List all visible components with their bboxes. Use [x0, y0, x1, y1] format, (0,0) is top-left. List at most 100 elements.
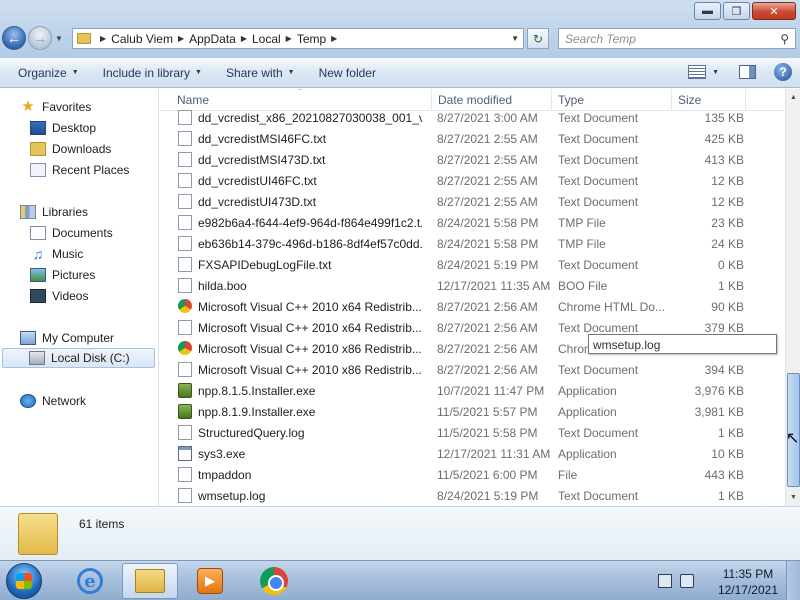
- computer-icon: [20, 331, 36, 345]
- chrome-icon[interactable]: [246, 563, 302, 599]
- start-button[interactable]: [6, 563, 42, 599]
- media-player-icon[interactable]: ▶: [182, 563, 238, 599]
- nav-documents[interactable]: Documents: [30, 223, 113, 243]
- file-name: npp.8.1.5.Installer.exe: [198, 384, 316, 398]
- chevron-right-icon[interactable]: ▶: [331, 34, 337, 43]
- refresh-button[interactable]: ↻: [527, 28, 549, 49]
- file-row[interactable]: e982b6a4-f644-4ef9-964d-f864e499f1c2.t..…: [160, 212, 785, 233]
- column-size[interactable]: Size: [678, 93, 701, 107]
- minimize-icon[interactable]: ▬: [694, 2, 721, 20]
- file-row[interactable]: npp.8.1.5.Installer.exe 10/7/2021 11:47 P…: [160, 380, 785, 401]
- file-name: tmpaddon: [198, 468, 252, 482]
- file-type: Text Document: [558, 174, 639, 188]
- file-row[interactable]: dd_vcredistUI473D.txt 8/27/2021 2:55 AM Te…: [160, 191, 785, 212]
- file-row[interactable]: FXSAPIDebugLogFile.txt 8/24/2021 5:19 PM T…: [160, 254, 785, 275]
- file-row[interactable]: dd_vcredist_x86_20210827030038_001_vc...…: [160, 107, 785, 128]
- breadcrumb-temp[interactable]: Temp: [297, 32, 326, 46]
- chevron-right-icon[interactable]: ▶: [241, 34, 247, 43]
- file-size: 90 KB: [711, 300, 744, 314]
- file-row[interactable]: tmpaddon 11/5/2021 6:00 PM File 443 KB: [160, 464, 785, 485]
- nav-libraries[interactable]: Libraries: [20, 202, 88, 222]
- nav-network[interactable]: Network: [20, 391, 86, 411]
- file-type: Application: [558, 447, 617, 461]
- scroll-up-icon[interactable]: ▲: [786, 89, 800, 106]
- preview-pane-icon[interactable]: [739, 65, 756, 79]
- file-row[interactable]: dd_vcredistMSI46FC.txt 8/27/2021 2:55 AM T…: [160, 128, 785, 149]
- file-type: TMP File: [558, 237, 606, 251]
- file-date-modified: 12/17/2021 11:35 AM: [437, 279, 551, 293]
- internet-explorer-icon[interactable]: e: [62, 563, 118, 599]
- search-input[interactable]: Search Temp ⚲: [558, 28, 796, 49]
- back-button[interactable]: ←: [2, 26, 26, 50]
- file-row[interactable]: wmsetup.log 8/24/2021 5:19 PM Text Documen…: [160, 485, 785, 506]
- column-name[interactable]: Name: [177, 93, 209, 107]
- restore-icon[interactable]: ❐: [723, 2, 750, 20]
- file-name: dd_vcredist_x86_20210827030038_001_vc...: [198, 111, 422, 125]
- nav-downloads[interactable]: Downloads: [30, 139, 111, 159]
- include-in-library-button[interactable]: Include in library ▼: [91, 66, 214, 80]
- close-icon[interactable]: ✕: [752, 2, 796, 20]
- nav-label: Network: [42, 394, 87, 408]
- file-name: dd_vcredistMSI473D.txt: [198, 153, 326, 167]
- change-view-icon[interactable]: [688, 65, 707, 79]
- breadcrumb-local[interactable]: Local: [252, 32, 281, 46]
- network-status-icon[interactable]: [658, 574, 672, 588]
- column-type[interactable]: Type: [558, 93, 584, 107]
- file-name: eb636b14-379c-496d-b186-8df4ef57c0dd...: [198, 237, 422, 251]
- file-row[interactable]: eb636b14-379c-496d-b186-8df4ef57c0dd... 8…: [160, 233, 785, 254]
- file-size: 12 KB: [711, 195, 744, 209]
- nav-local-disk[interactable]: Local Disk (C:): [2, 348, 155, 368]
- file-row[interactable]: Microsoft Visual C++ 2010 x64 Redistrib.…: [160, 296, 785, 317]
- address-bar[interactable]: ▶ Calub Viem ▶ AppData ▶ Local ▶ Temp ▶ ▼: [72, 28, 524, 49]
- chevron-right-icon[interactable]: ▶: [286, 34, 292, 43]
- breadcrumb-user[interactable]: Calub Viem: [111, 32, 173, 46]
- chevron-down-icon: ▼: [71, 69, 79, 76]
- nav-pictures[interactable]: Pictures: [30, 265, 95, 285]
- clock-date: 12/17/2021: [717, 583, 778, 597]
- organize-button[interactable]: Organize ▼: [0, 66, 91, 80]
- file-row[interactable]: StructuredQuery.log 11/5/2021 5:58 PM Text…: [160, 422, 785, 443]
- file-date-modified: 8/27/2021 2:55 AM: [437, 153, 538, 167]
- forward-button[interactable]: →: [28, 26, 52, 50]
- windows-explorer-icon[interactable]: [122, 563, 178, 599]
- nav-favorites[interactable]: ★ Favorites: [20, 97, 91, 117]
- file-row[interactable]: Microsoft Visual C++ 2010 x86 Redistrib.…: [160, 359, 785, 380]
- help-icon[interactable]: ?: [774, 63, 792, 81]
- file-row[interactable]: dd_vcredistMSI473D.txt 8/27/2021 2:55 AM T…: [160, 149, 785, 170]
- text-file-icon: [178, 362, 192, 377]
- nav-my-computer[interactable]: My Computer: [20, 328, 114, 348]
- nav-recent-places[interactable]: Recent Places: [30, 160, 129, 180]
- breadcrumb-appdata[interactable]: AppData: [189, 32, 236, 46]
- search-icon[interactable]: ⚲: [780, 32, 789, 46]
- nav-videos[interactable]: Videos: [30, 286, 88, 306]
- chevron-right-icon[interactable]: ▶: [178, 34, 184, 43]
- show-desktop-button[interactable]: [786, 561, 800, 600]
- file-date-modified: 8/27/2021 2:55 AM: [437, 174, 538, 188]
- installer-icon: [178, 383, 192, 398]
- file-type: Chrome HTML Do...: [558, 300, 665, 314]
- file-row[interactable]: dd_vcredistUI46FC.txt 8/27/2021 2:55 AM Te…: [160, 170, 785, 191]
- new-folder-button[interactable]: New folder: [307, 66, 388, 80]
- file-row[interactable]: hilda.boo 12/17/2021 11:35 AM BOO File 1 KB: [160, 275, 785, 296]
- file-size: 24 KB: [711, 237, 744, 251]
- nav-label: Libraries: [42, 205, 89, 219]
- file-row[interactable]: npp.8.1.9.Installer.exe 11/5/2021 5:57 PM…: [160, 401, 785, 422]
- filename-tooltip: wmsetup.log: [588, 334, 777, 354]
- nav-desktop[interactable]: Desktop: [30, 118, 96, 138]
- column-date-modified[interactable]: Date modified: [438, 93, 512, 107]
- file-type: File: [558, 468, 578, 482]
- address-history-dropdown-icon[interactable]: ▼: [511, 34, 519, 43]
- nav-music[interactable]: ♫ Music: [30, 244, 84, 264]
- clock[interactable]: 11:35 PM 12/17/2021: [718, 566, 778, 598]
- file-name: FXSAPIDebugLogFile.txt: [198, 258, 332, 272]
- recent-pages-dropdown-icon[interactable]: ▼: [55, 34, 63, 43]
- volume-icon[interactable]: [680, 574, 694, 588]
- view-options-dropdown-icon[interactable]: ▼: [712, 69, 719, 76]
- scroll-down-icon[interactable]: ▼: [786, 489, 800, 506]
- text-file-icon: [178, 173, 192, 188]
- share-with-button[interactable]: Share with ▼: [214, 66, 307, 80]
- chevron-right-icon[interactable]: ▶: [100, 34, 106, 43]
- item-count: 61 items: [79, 517, 125, 531]
- file-row[interactable]: sys3.exe 12/17/2021 11:31 AM Application 10…: [160, 443, 785, 464]
- include-in-library-label: Include in library: [102, 65, 191, 80]
